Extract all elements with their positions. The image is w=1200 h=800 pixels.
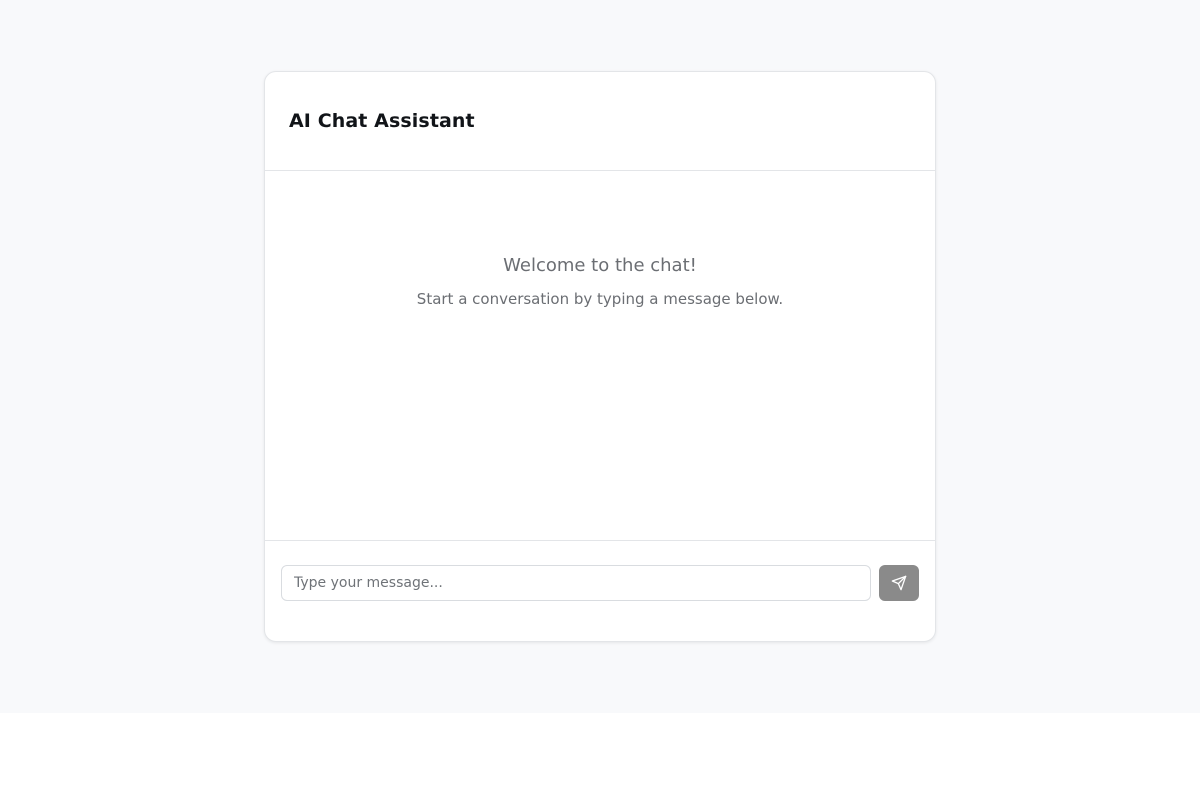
message-area: Welcome to the chat! Start a conversatio… <box>265 171 935 541</box>
welcome-title: Welcome to the chat! <box>503 255 697 276</box>
chat-title: AI Chat Assistant <box>289 110 475 132</box>
welcome-message: Welcome to the chat! Start a conversatio… <box>265 255 935 309</box>
composer <box>265 541 935 641</box>
send-icon <box>891 575 907 591</box>
chat-window: AI Chat Assistant Welcome to the chat! S… <box>264 71 936 642</box>
message-input[interactable] <box>281 565 871 601</box>
chat-header: AI Chat Assistant <box>265 72 935 171</box>
welcome-subtitle: Start a conversation by typing a message… <box>416 290 784 308</box>
send-button[interactable] <box>879 565 919 601</box>
